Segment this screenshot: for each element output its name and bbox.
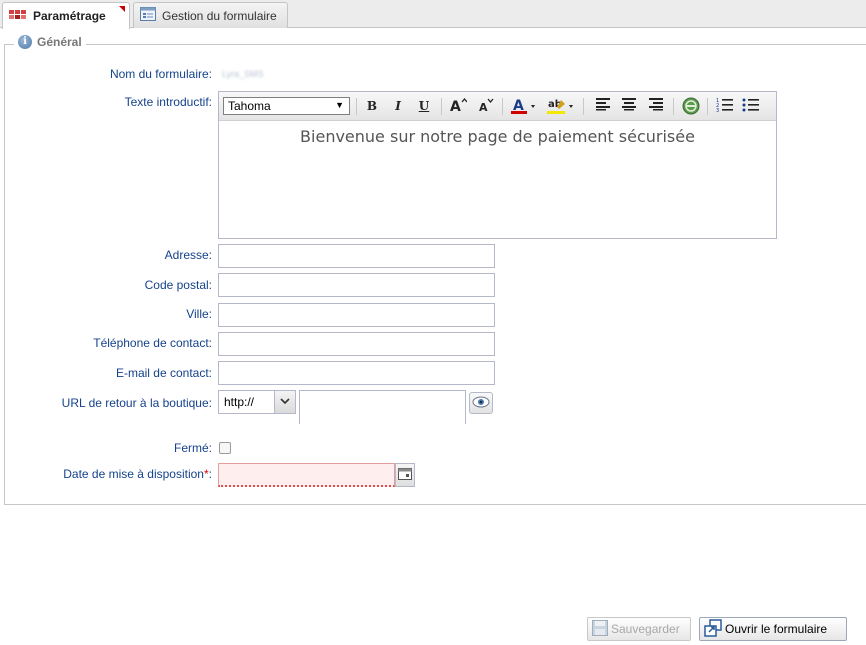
toolbar-separator bbox=[673, 98, 674, 115]
save-button[interactable]: Sauvegarder bbox=[587, 617, 691, 641]
availability-date-input[interactable] bbox=[218, 463, 395, 487]
postal-code-label: Code postal: bbox=[144, 278, 212, 292]
svg-text:3: 3 bbox=[716, 108, 719, 113]
open-form-button[interactable]: Ouvrir le formulaire bbox=[699, 617, 847, 641]
label-colon: : bbox=[208, 467, 212, 481]
email-label: E-mail de contact: bbox=[115, 366, 212, 380]
underline-icon[interactable]: U bbox=[414, 97, 434, 116]
toolbar-separator bbox=[502, 98, 503, 115]
shrink-font-icon[interactable]: A bbox=[475, 97, 495, 116]
svg-text:A: A bbox=[479, 101, 488, 113]
toolbar-separator bbox=[707, 98, 708, 115]
eye-icon bbox=[472, 396, 490, 411]
phone-input[interactable] bbox=[218, 332, 495, 356]
modified-marker bbox=[119, 6, 125, 12]
info-icon: i bbox=[18, 35, 32, 49]
svg-text:A: A bbox=[450, 99, 461, 113]
calendar-icon bbox=[398, 467, 412, 483]
return-url-input[interactable] bbox=[299, 390, 466, 424]
protocol-select[interactable]: http:// bbox=[218, 390, 296, 414]
align-right-icon[interactable] bbox=[646, 97, 666, 116]
closed-checkbox[interactable] bbox=[219, 442, 231, 454]
address-input[interactable] bbox=[218, 244, 495, 268]
editor-toolbar: Tahoma ▼ B I U A A A ab 1 2 3 bbox=[219, 92, 776, 121]
italic-icon[interactable]: I bbox=[388, 97, 408, 116]
editor-content[interactable]: Bienvenue sur notre page de paiement séc… bbox=[219, 127, 776, 146]
align-center-icon[interactable] bbox=[619, 97, 639, 116]
chevron-down-icon bbox=[274, 391, 295, 413]
city-label: Ville: bbox=[186, 307, 212, 321]
toolbar-separator bbox=[441, 98, 442, 115]
form-name-value: Lyra_SMS bbox=[222, 69, 264, 79]
highlight-icon[interactable]: ab bbox=[545, 97, 577, 116]
open-window-icon bbox=[704, 618, 722, 640]
tab-label: Gestion du formulaire bbox=[162, 8, 277, 23]
font-family-value: Tahoma bbox=[228, 99, 271, 113]
postal-code-input[interactable] bbox=[218, 273, 495, 297]
ordered-list-icon[interactable]: 123 bbox=[715, 97, 735, 116]
dropdown-arrow-icon: ▼ bbox=[335, 100, 344, 110]
grid-icon bbox=[9, 9, 27, 23]
closed-label: Fermé: bbox=[173, 441, 212, 455]
align-left-icon[interactable] bbox=[593, 97, 613, 116]
intro-text-label: Texte introductif: bbox=[124, 95, 212, 109]
bold-icon[interactable]: B bbox=[362, 97, 382, 116]
tab-bar: Paramétrage Gestion du formulaire bbox=[0, 0, 866, 29]
toolbar-separator bbox=[583, 98, 584, 115]
phone-label: Téléphone de contact: bbox=[93, 336, 212, 350]
rich-text-editor: Tahoma ▼ B I U A A A ab 1 2 3 Bienvenue … bbox=[218, 91, 777, 239]
tab-parametrage[interactable]: Paramétrage bbox=[2, 2, 130, 29]
open-form-button-label: Ouvrir le formulaire bbox=[725, 622, 828, 636]
grow-font-icon[interactable]: A bbox=[448, 97, 468, 116]
form-name-label: Nom du formulaire: bbox=[109, 67, 212, 81]
availability-date-label: Date de mise à disposition*: bbox=[63, 467, 212, 481]
toolbar-separator bbox=[356, 98, 357, 115]
floppy-icon bbox=[592, 619, 608, 639]
link-icon[interactable] bbox=[681, 97, 701, 116]
font-family-select[interactable]: Tahoma ▼ bbox=[223, 97, 350, 115]
bullet-list-icon[interactable] bbox=[741, 97, 761, 116]
email-input[interactable] bbox=[218, 361, 495, 385]
form-icon bbox=[140, 7, 156, 24]
availability-date-text: Date de mise à disposition bbox=[63, 467, 204, 481]
return-url-label: URL de retour à la boutique: bbox=[61, 396, 212, 410]
tab-label: Paramétrage bbox=[33, 9, 106, 23]
preview-url-button[interactable] bbox=[469, 392, 493, 414]
date-picker-button[interactable] bbox=[395, 463, 415, 487]
protocol-value: http:// bbox=[224, 395, 255, 409]
save-button-label: Sauvegarder bbox=[611, 622, 680, 636]
font-color-icon[interactable]: A bbox=[509, 97, 539, 116]
city-input[interactable] bbox=[218, 303, 495, 327]
fieldset-legend[interactable]: i Général bbox=[14, 35, 86, 49]
address-label: Adresse: bbox=[164, 248, 212, 262]
tab-gestion-formulaire[interactable]: Gestion du formulaire bbox=[133, 2, 288, 28]
legend-label: Général bbox=[37, 35, 82, 49]
